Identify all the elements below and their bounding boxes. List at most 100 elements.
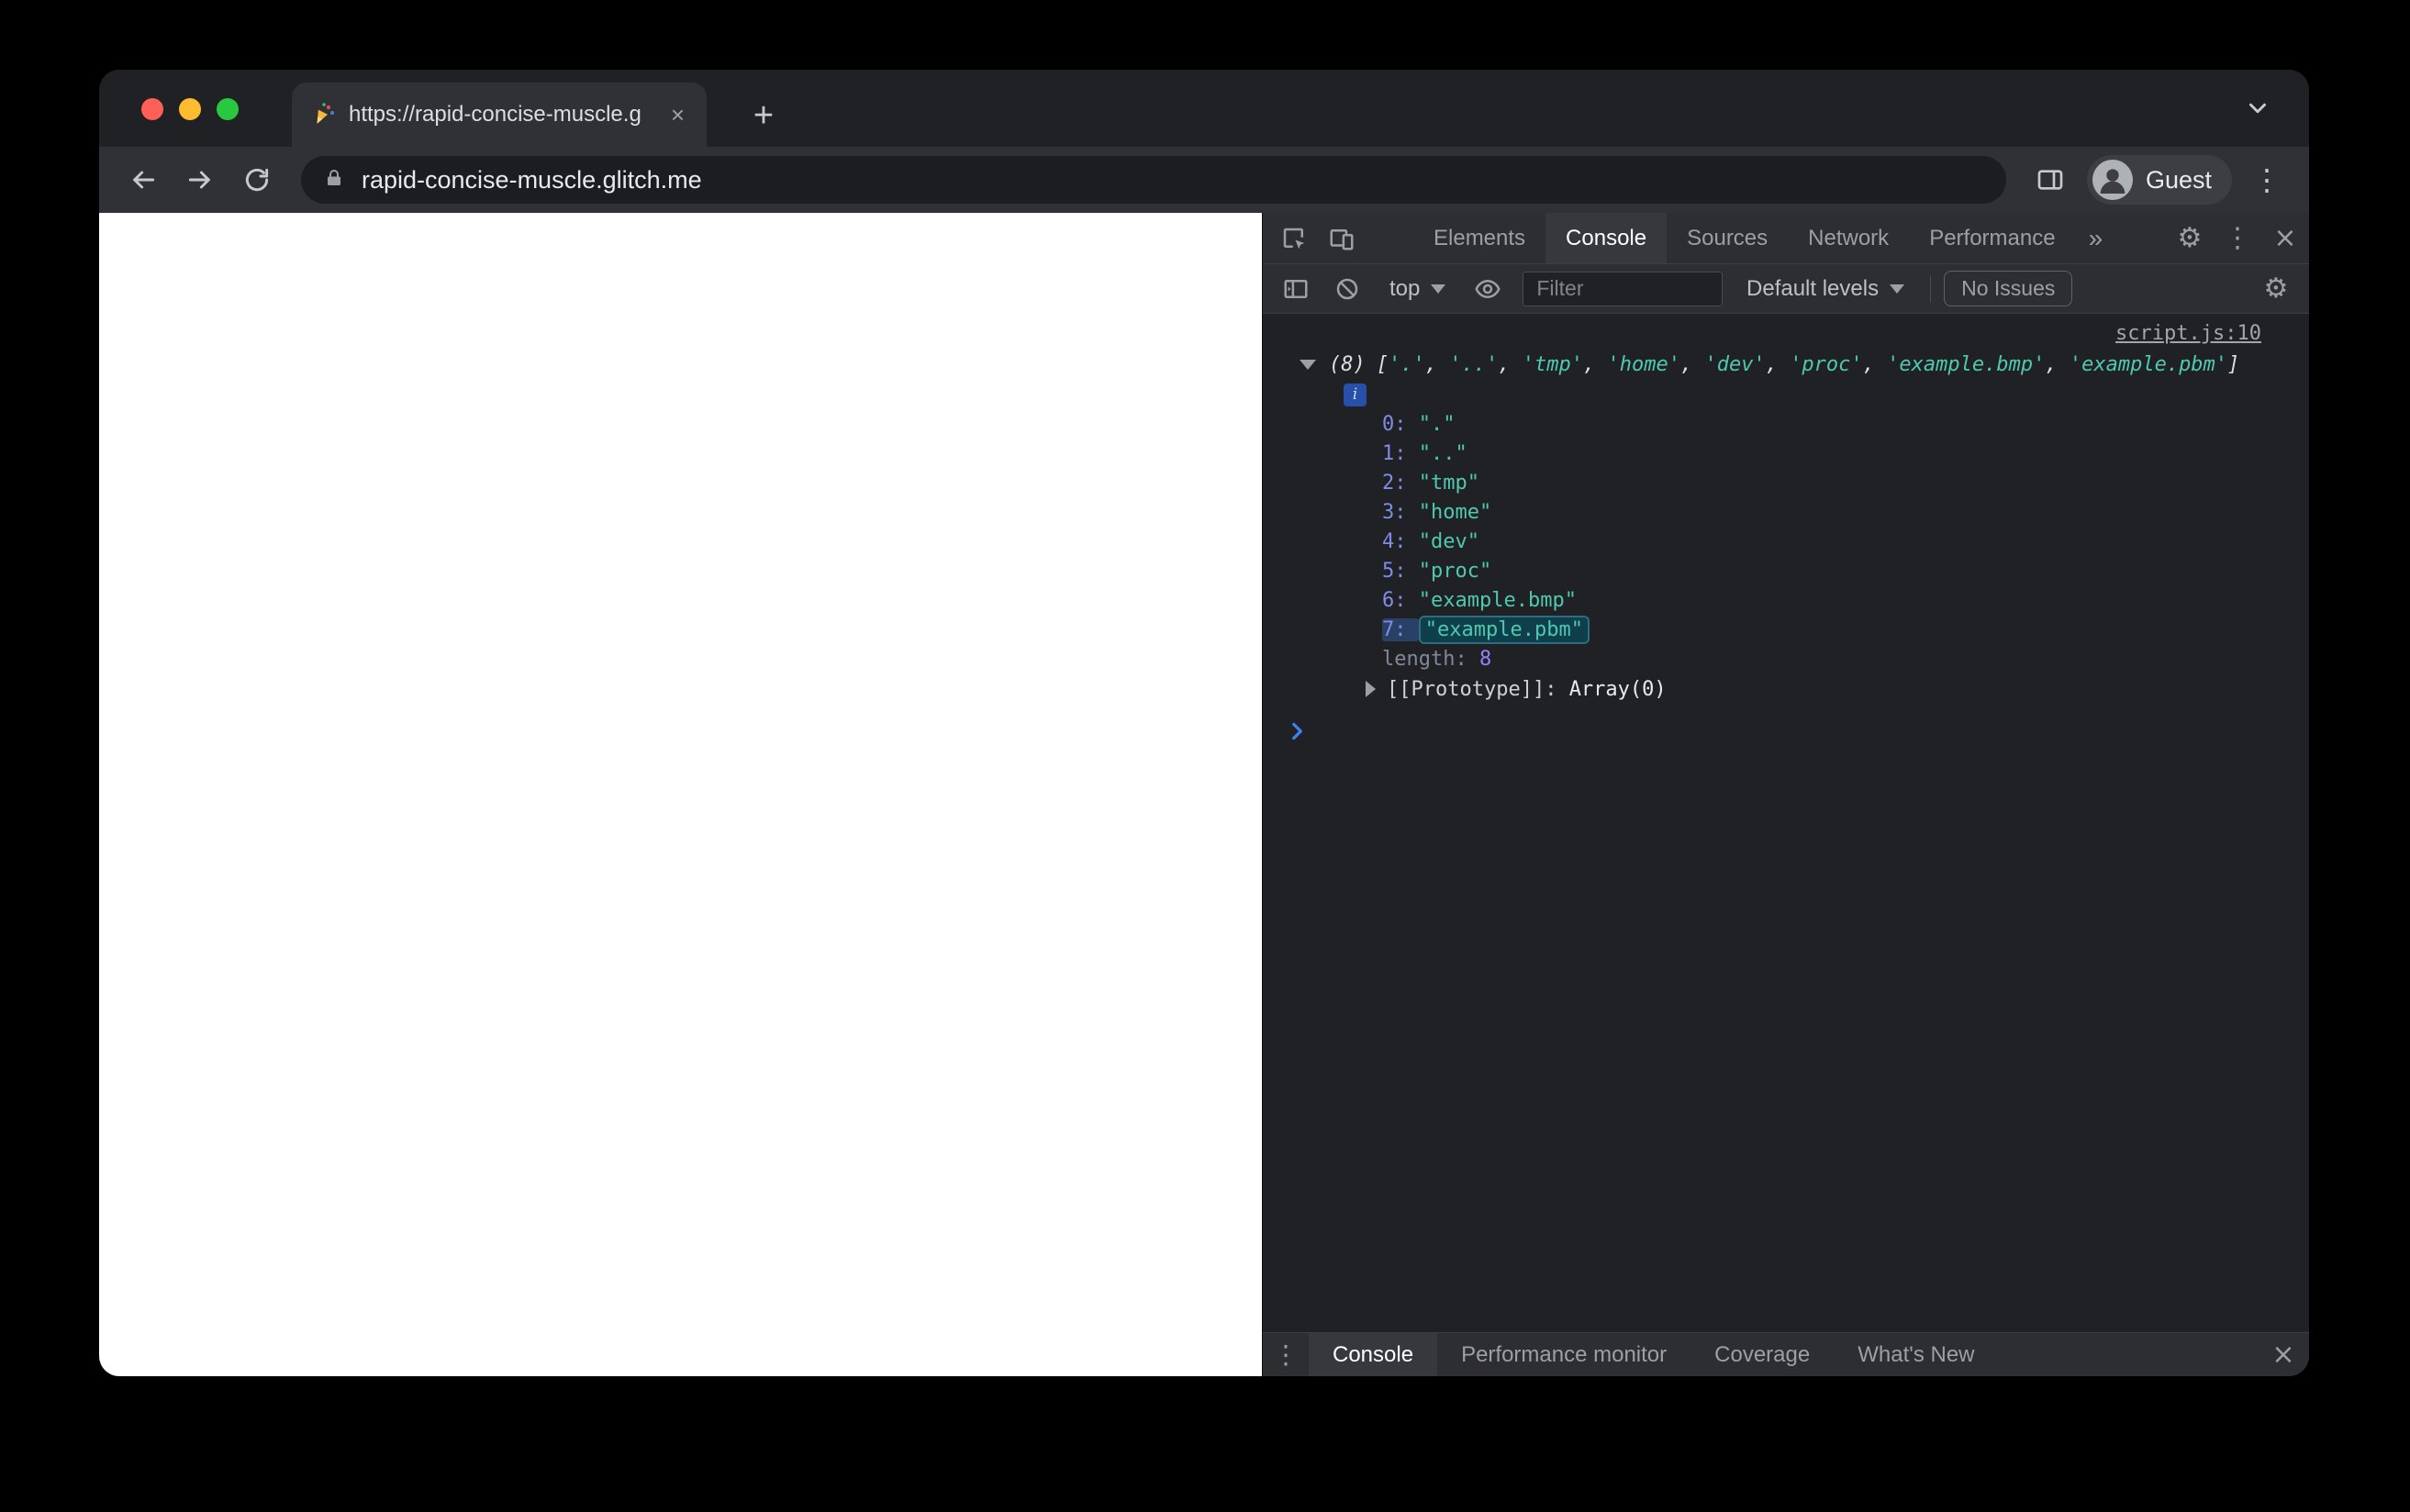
- devtools-drawer: ⋮ Console Performance monitor Coverage What…: [1263, 1332, 2309, 1376]
- issues-counter-button[interactable]: No Issues: [1944, 271, 2073, 306]
- tab-search-chevron-icon[interactable]: [2237, 88, 2278, 128]
- prototype-value: Array(0): [1568, 677, 1667, 701]
- prototype-label: [[Prototype]]: [1387, 678, 1569, 701]
- tab-close-icon[interactable]: ×: [665, 101, 690, 128]
- tab-sources[interactable]: Sources: [1667, 213, 1788, 263]
- desktop-background: https://rapid-concise-muscle.g × + rapid…: [0, 0, 2410, 1512]
- array-log-row[interactable]: (8) ['.', '..', 'tmp', 'home', 'dev', 'p…: [1263, 349, 2309, 380]
- devtools-panel: Elements Console Sources Network Performance…: [1262, 213, 2309, 1376]
- entry-index-7: 7:: [1382, 617, 1419, 641]
- array-preview: ['.', '..', 'tmp', 'home', 'dev', 'proc'…: [1377, 353, 2240, 376]
- comma: ,: [1679, 352, 1705, 376]
- entry-index-1: 1:: [1382, 441, 1419, 465]
- array-entry-0[interactable]: 0: ".": [1263, 409, 2309, 439]
- console-settings-gear-icon[interactable]: ⚙: [2252, 272, 2300, 305]
- entry-index-4: 4:: [1382, 529, 1419, 553]
- entry-value-4: "dev": [1418, 529, 1479, 553]
- tab-title: https://rapid-concise-muscle.g: [349, 102, 642, 127]
- drawer-tab-console[interactable]: Console: [1309, 1333, 1438, 1376]
- devtools-settings-gear-icon[interactable]: ⚙: [2166, 213, 2214, 263]
- console-filter-input[interactable]: [1523, 271, 1724, 306]
- back-button[interactable]: [117, 154, 169, 206]
- devtools-tabs: Elements Console Sources Network Performance: [1413, 213, 2076, 263]
- window-minimize-button[interactable]: [179, 98, 201, 120]
- array-entry-1[interactable]: 1: "..": [1263, 439, 2309, 468]
- log-levels-label: Default levels: [1746, 275, 1880, 301]
- info-icon[interactable]: i: [1344, 383, 1367, 406]
- entry-value-3: "home": [1418, 500, 1492, 524]
- console-sidebar-toggle-icon[interactable]: [1272, 275, 1320, 303]
- source-link[interactable]: script.js:10: [2115, 322, 2261, 345]
- address-bar[interactable]: rapid-concise-muscle.glitch.me: [301, 156, 2006, 204]
- console-message-source-row: script.js:10: [1263, 317, 2309, 349]
- drawer-tab-coverage[interactable]: Coverage: [1690, 1333, 1834, 1376]
- webpage-viewport[interactable]: [99, 213, 1262, 1376]
- comma: ,: [1424, 352, 1450, 376]
- tab-strip: https://rapid-concise-muscle.g × +: [99, 70, 2309, 147]
- drawer-tab-what's-new[interactable]: What's New: [1834, 1333, 1998, 1376]
- expand-triangle-icon[interactable]: [1366, 681, 1376, 697]
- entry-value-7: "example.pbm": [1418, 615, 1590, 644]
- window-close-button[interactable]: [141, 98, 163, 120]
- browser-menu-kebab-icon[interactable]: ⋮: [2243, 156, 2291, 204]
- browser-tab[interactable]: https://rapid-concise-muscle.g ×: [292, 83, 707, 147]
- tab-console[interactable]: Console: [1545, 213, 1668, 263]
- comma: ,: [1498, 352, 1523, 376]
- drawer-menu-kebab-icon[interactable]: ⋮: [1263, 1333, 1309, 1376]
- length-label: length: [1382, 648, 1479, 671]
- tab-network[interactable]: Network: [1788, 213, 1909, 263]
- console-messages: script.js:10 (8) ['.', '..', 'tmp', 'hom…: [1263, 314, 2309, 1332]
- preview-string-3: 'home': [1607, 352, 1680, 376]
- preview-string-6: 'example.bmp': [1887, 352, 2046, 376]
- devtools-tabbar-right: ⚙ ⋮ ×: [2166, 213, 2309, 263]
- prompt-chevron-icon: [1285, 719, 1309, 749]
- entry-value-1: "..": [1418, 441, 1467, 465]
- window-zoom-button[interactable]: [217, 98, 239, 120]
- devtools-menu-kebab-icon[interactable]: ⋮: [2214, 213, 2261, 263]
- tab-performance[interactable]: Performance: [1909, 213, 2075, 263]
- array-entries: 0: "." 1: ".." 2: "tmp" 3: "home" 4: "dev" 5:…: [1263, 409, 2309, 644]
- lock-icon: [323, 167, 345, 194]
- console-prompt[interactable]: [1263, 717, 2309, 750]
- array-entry-5[interactable]: 5: "proc": [1263, 556, 2309, 585]
- side-panel-button[interactable]: [2025, 154, 2076, 206]
- bracket-open: [: [1376, 352, 1389, 376]
- drawer-tab-performance-monitor[interactable]: Performance monitor: [1437, 1333, 1690, 1376]
- comma: ,: [2045, 352, 2070, 376]
- array-entry-4[interactable]: 4: "dev": [1263, 527, 2309, 556]
- entry-value-2: "tmp": [1418, 471, 1479, 495]
- preview-string-7: 'example.pbm': [2069, 352, 2228, 376]
- drawer-close-icon[interactable]: ×: [2258, 1333, 2309, 1376]
- device-toolbar-icon[interactable]: [1318, 213, 1366, 263]
- prototype-row[interactable]: [[Prototype]] Array(0): [1263, 673, 2309, 705]
- devtools-close-icon[interactable]: ×: [2261, 213, 2309, 263]
- entry-index-3: 3:: [1382, 500, 1419, 524]
- url-text: rapid-concise-muscle.glitch.me: [362, 165, 702, 194]
- array-entry-6[interactable]: 6: "example.bmp": [1263, 585, 2309, 615]
- clear-console-icon[interactable]: [1323, 275, 1371, 303]
- profile-chip[interactable]: Guest: [2086, 155, 2232, 205]
- comma: ,: [1582, 352, 1608, 376]
- array-entry-2[interactable]: 2: "tmp": [1263, 468, 2309, 497]
- forward-button[interactable]: [174, 154, 226, 206]
- array-entry-3[interactable]: 3: "home": [1263, 497, 2309, 527]
- live-expression-eye-icon[interactable]: [1464, 275, 1512, 303]
- guest-label: Guest: [2145, 165, 2212, 194]
- log-levels-selector[interactable]: Default levels: [1734, 276, 1917, 302]
- array-entry-7[interactable]: 7: "example.pbm": [1263, 615, 2309, 644]
- preview-string-1: '..': [1449, 352, 1499, 376]
- more-tabs-button[interactable]: »: [2076, 213, 2116, 263]
- inspect-element-icon[interactable]: [1270, 213, 1318, 263]
- comma: ,: [1862, 352, 1888, 376]
- expand-collapse-triangle-icon[interactable]: [1300, 359, 1316, 370]
- console-toolbar: top Default levels No Issues ⚙: [1263, 264, 2309, 314]
- tab-elements[interactable]: Elements: [1413, 213, 1545, 263]
- reload-button[interactable]: [231, 154, 283, 206]
- new-tab-button[interactable]: +: [742, 94, 786, 138]
- execution-context-selector[interactable]: top: [1375, 276, 1460, 302]
- entry-value-6: "example.bmp": [1418, 588, 1577, 612]
- window-content: Elements Console Sources Network Performance…: [99, 213, 2309, 1376]
- bracket-close: ]: [2227, 352, 2240, 376]
- devtools-tabbar: Elements Console Sources Network Performance…: [1263, 213, 2309, 264]
- party-popper-favicon-icon: [308, 101, 336, 128]
